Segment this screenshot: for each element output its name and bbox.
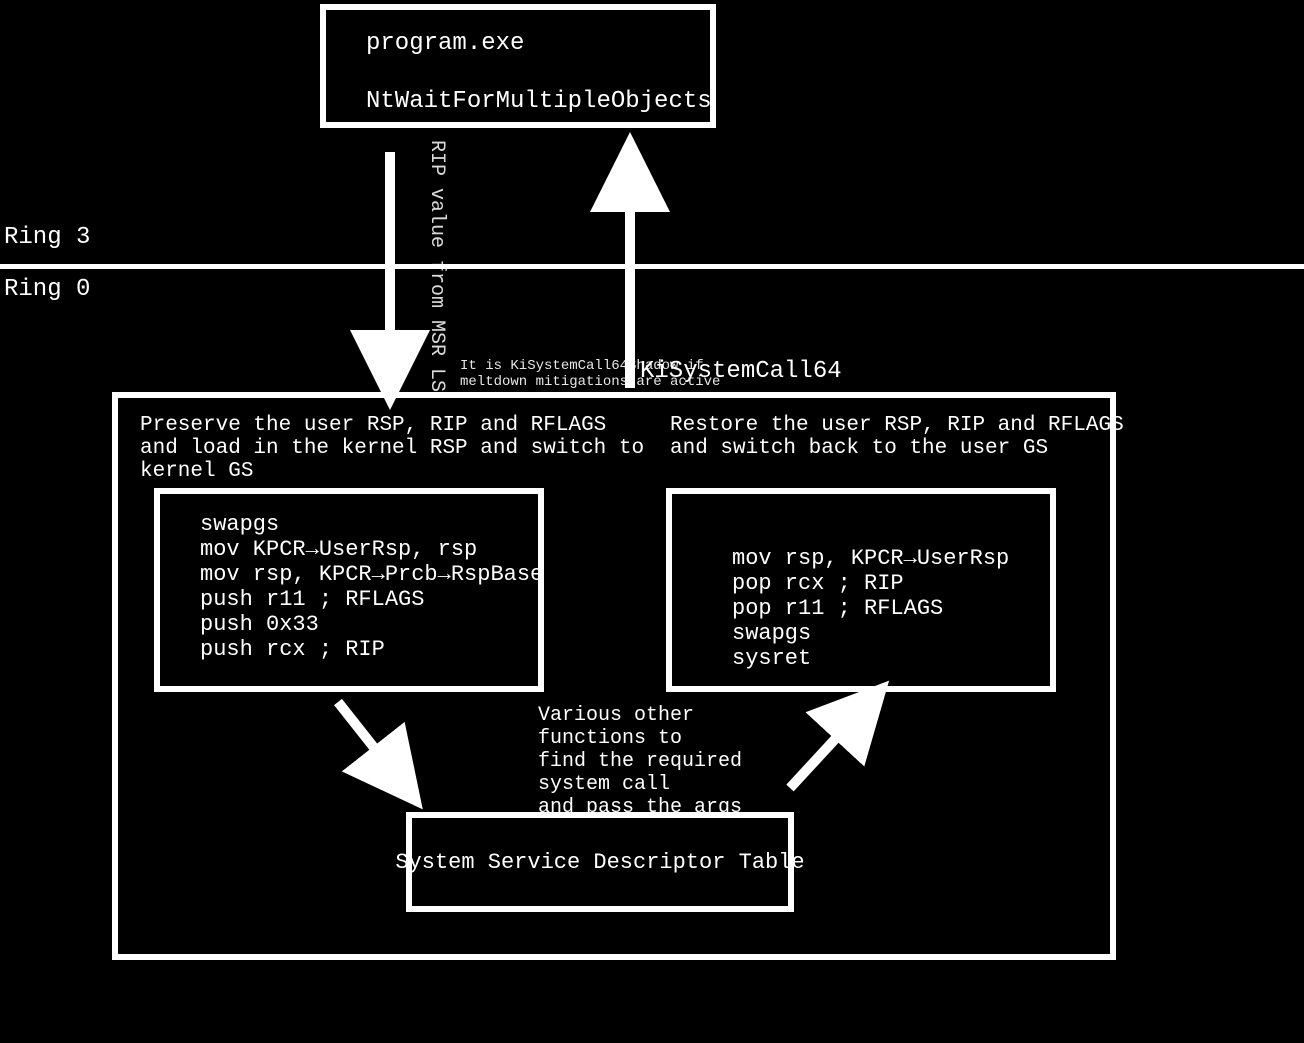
- arrows-overlay: [0, 0, 1304, 1043]
- arrow-ssdt-to-exit: [790, 710, 862, 788]
- arrow-entry-to-ssdt: [338, 702, 398, 778]
- diagram-stage: program.exe NtWaitForMultipleObjects Rin…: [0, 0, 1304, 1043]
